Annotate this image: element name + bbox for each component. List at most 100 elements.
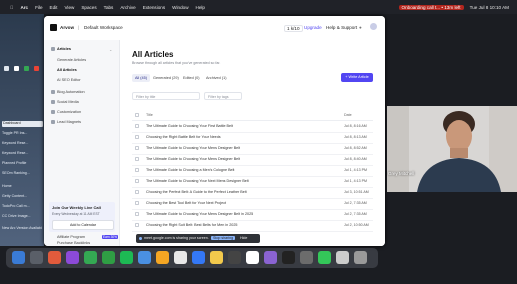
row-checkbox[interactable] <box>135 168 139 172</box>
column-title[interactable]: Title <box>146 113 153 117</box>
table-header: Title Date <box>132 110 373 121</box>
dock-app-icon[interactable] <box>138 251 151 264</box>
menu-spaces[interactable]: Spaces <box>81 5 96 10</box>
table-row[interactable]: Choosing the Right Suit Belt: Best Belts… <box>132 220 373 232</box>
dock-app-icon[interactable] <box>336 251 349 264</box>
write-article-button[interactable]: + Write Article <box>341 73 373 82</box>
row-checkbox[interactable] <box>135 212 139 216</box>
dock-app-icon[interactable] <box>246 251 259 264</box>
row-checkbox[interactable] <box>135 146 139 150</box>
row-checkbox[interactable] <box>135 135 139 139</box>
row-title[interactable]: Choosing the Right Battle Belt for Your … <box>146 135 221 139</box>
filter-title-input[interactable]: Filter by title <box>132 92 200 100</box>
sidebar-tab[interactable]: Toggle PR Ins... <box>2 131 42 137</box>
dock-app-icon[interactable] <box>66 251 79 264</box>
update-notice[interactable]: New Arc Version Available <box>2 226 42 232</box>
row-title[interactable]: Choosing the Right Suit Belt: Best Belts… <box>146 223 237 227</box>
dock-app-icon[interactable] <box>282 251 295 264</box>
add-to-calendar-button[interactable]: Add to Calendar <box>52 220 114 230</box>
row-title[interactable]: The Ultimate Guide to Choosing Your Mens… <box>146 157 240 161</box>
sidebar-tab[interactable]: TodoPro Call m... <box>2 204 42 210</box>
sidebar-tab[interactable]: SEOm Ranking... <box>2 171 42 177</box>
menu-edit[interactable]: Edit <box>50 5 58 10</box>
menu-window[interactable]: Window <box>172 5 188 10</box>
chevron-down-icon[interactable]: ⌄ <box>109 47 112 52</box>
dock-app-icon[interactable] <box>264 251 277 264</box>
sidebar-tab[interactable]: CC Drive Image... <box>2 214 42 220</box>
sidebar-item-social-media[interactable]: Social Media <box>57 100 79 104</box>
tab-generated[interactable]: Generated (29) <box>150 74 182 82</box>
dock-app-icon[interactable] <box>156 251 169 264</box>
app-icon[interactable] <box>4 66 9 71</box>
promo-title: Join Our Weekly Live Call <box>52 205 101 210</box>
sidebar-tab[interactable]: Getty Content... <box>2 194 42 200</box>
dock-app-icon[interactable] <box>30 251 43 264</box>
dock-app-icon[interactable] <box>48 251 61 264</box>
sidebar-tab[interactable]: Keyword Rese... <box>2 151 42 157</box>
sidebar-item-all-articles[interactable]: All Articles <box>57 68 77 72</box>
filter-tags-select[interactable]: Filter by tags <box>204 92 242 100</box>
sidebar-item-blog-automation[interactable]: Blog Automation <box>57 90 85 94</box>
sidebar-item-ai-seo-editor[interactable]: AI SEO Editor <box>57 78 81 82</box>
row-checkbox[interactable] <box>135 190 139 194</box>
sidebar-section-articles[interactable]: Articles <box>57 47 71 51</box>
menu-view[interactable]: View <box>64 5 74 10</box>
row-checkbox[interactable] <box>135 157 139 161</box>
row-title[interactable]: The Ultimate Guide to Choosing Your Mens… <box>146 146 240 150</box>
menu-file[interactable]: File <box>35 5 42 10</box>
menu-extensions[interactable]: Extensions <box>143 5 165 10</box>
menu-help[interactable]: Help <box>196 5 205 10</box>
dock-app-icon[interactable] <box>300 251 313 264</box>
help-support-button[interactable]: Help & Support <box>326 25 357 30</box>
column-date[interactable]: Date <box>344 113 352 117</box>
sidebar-item-affiliate-program[interactable]: Affiliate Program <box>57 235 85 239</box>
dock-app-icon[interactable] <box>174 251 187 264</box>
app-icon[interactable] <box>24 66 29 71</box>
avatar[interactable] <box>370 23 377 30</box>
recording-indicator[interactable]: Onboarding call t... • 13m left <box>398 4 464 10</box>
dock-app-icon[interactable] <box>210 251 223 264</box>
dock-app-icon[interactable] <box>84 251 97 264</box>
app-icon[interactable] <box>14 66 19 71</box>
sidebar-tab[interactable]: Keyword Rese... <box>2 141 42 147</box>
menu-arc[interactable]: Arc <box>20 5 28 10</box>
row-checkbox[interactable] <box>135 201 139 205</box>
row-title[interactable]: Choosing the Best Tool Belt for Your Nex… <box>146 201 226 205</box>
menu-archive[interactable]: Archive <box>120 5 135 10</box>
row-title[interactable]: Choosing the Perfect Belt: A Guide to th… <box>146 190 247 194</box>
upgrade-link[interactable]: Upgrade <box>304 25 322 30</box>
dock-app-icon[interactable] <box>120 251 133 264</box>
menu-tabs[interactable]: Tabs <box>104 5 114 10</box>
app-sidebar: Articles ⌄ Generate Articles All Article… <box>44 40 120 246</box>
row-title[interactable]: The Ultimate Guide to Choosing a Men's C… <box>146 168 234 172</box>
dock-app-icon[interactable] <box>102 251 115 264</box>
tab-edited[interactable]: Edited (0) <box>180 74 202 82</box>
tab-archived[interactable]: Archived (1) <box>203 74 229 82</box>
sidebar-item-generate-articles[interactable]: Generate Articles <box>57 58 86 62</box>
dock-app-icon[interactable] <box>192 251 205 264</box>
app-icon[interactable] <box>34 66 39 71</box>
sidebar-tab[interactable]: Planned Profile <box>2 161 42 167</box>
row-title[interactable]: The Ultimate Guide to Choosing Your Next… <box>146 179 249 183</box>
workspace-switcher[interactable]: Default Workspace <box>84 25 123 30</box>
sidebar-item-customization[interactable]: Customization <box>57 110 81 114</box>
apple-icon[interactable]:  <box>10 5 13 10</box>
sidebar-item-lead-magnets[interactable]: Lead Magnets <box>57 120 81 124</box>
hide-button[interactable]: Hide <box>240 236 247 240</box>
sidebar-tab-dashboard[interactable]: Dashboard <box>2 121 43 127</box>
dock-app-icon[interactable] <box>318 251 331 264</box>
row-title[interactable]: The Ultimate Guide to Choosing Your Mens… <box>146 212 253 216</box>
notifications-icon[interactable]: ● <box>359 25 362 30</box>
row-title[interactable]: The Ultimate Guide to Choosing Your Firs… <box>146 124 233 128</box>
row-checkbox[interactable] <box>135 124 139 128</box>
sidebar-tab[interactable]: Home <box>2 184 42 190</box>
row-checkbox[interactable] <box>135 223 139 227</box>
tab-all[interactable]: All (45) <box>132 74 151 82</box>
dock-app-icon[interactable] <box>228 251 241 264</box>
dock-app-icon[interactable] <box>12 251 25 264</box>
dock-app-icon[interactable] <box>354 251 367 264</box>
row-checkbox[interactable] <box>135 179 139 183</box>
stop-sharing-button[interactable]: Stop sharing <box>211 235 236 240</box>
sidebar-item-purchase-backlinks[interactable]: Purchase Backlinks <box>57 241 90 245</box>
select-all-checkbox[interactable] <box>135 113 139 117</box>
